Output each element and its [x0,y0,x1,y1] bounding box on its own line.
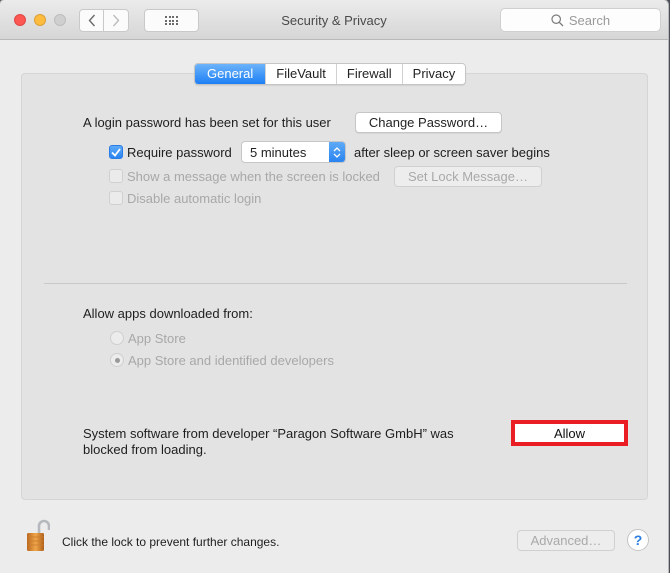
tab-privacy[interactable]: Privacy [401,64,466,84]
radio-app-store-label: App Store [128,331,186,346]
search-placeholder: Search [568,12,611,28]
security-privacy-window: Security & Privacy Search General FileVa… [0,0,668,573]
login-password-label: A login password has been set for this u… [83,115,331,130]
allow-button-label: Allow [553,425,586,441]
radio-selected-dot [114,357,120,363]
updown-chevron-icon [329,142,345,162]
radio-app-store-identified[interactable] [110,353,124,367]
tab-filevault[interactable]: FileVault [265,64,336,84]
set-lock-message-button[interactable]: Set Lock Message… [394,166,542,187]
title-bar: Security & Privacy Search [0,0,668,40]
help-button[interactable]: ? [627,529,649,551]
allow-apps-heading: Allow apps downloaded from: [83,306,253,321]
tab-general[interactable]: General [195,64,266,84]
lock-icon[interactable] [24,519,51,556]
allow-button[interactable]: Allow [511,420,628,446]
require-password-suffix: after sleep or screen saver begins [354,145,550,160]
help-icon: ? [633,532,643,548]
disable-auto-login-checkbox[interactable] [109,191,123,205]
require-password-delay-value: 5 minutes [250,145,307,160]
radio-app-store-identified-label: App Store and identified developers [128,353,334,368]
checkmark-icon [111,147,121,157]
change-password-button[interactable]: Change Password… [355,112,502,133]
tab-bar: General FileVault Firewall Privacy [194,63,467,85]
search-field[interactable]: Search [500,8,661,32]
tab-firewall[interactable]: Firewall [335,64,402,84]
search-icon [551,13,564,27]
radio-app-store[interactable] [110,331,124,345]
require-password-checkbox[interactable] [109,145,123,159]
disable-auto-login-label: Disable automatic login [127,191,262,206]
blocked-message-line1: System software from developer “Paragon … [83,426,454,441]
show-message-label: Show a message when the screen is locked [127,169,380,184]
blocked-message-line2: blocked from loading. [83,442,207,457]
require-password-delay-select[interactable]: 5 minutes [241,141,346,163]
require-password-label: Require password [127,145,232,160]
section-divider [44,283,627,284]
lock-status-text: Click the lock to prevent further change… [62,535,280,549]
show-message-checkbox[interactable] [109,169,123,183]
advanced-button[interactable]: Advanced… [517,530,615,551]
